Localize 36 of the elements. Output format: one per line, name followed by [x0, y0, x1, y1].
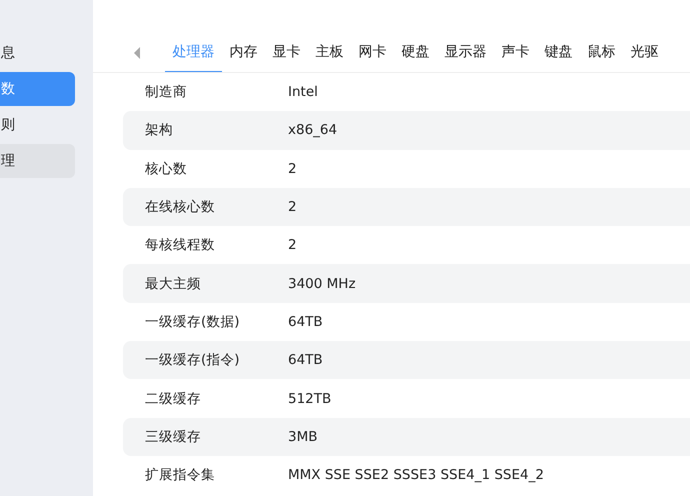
tab[interactable]: 光驱	[623, 33, 666, 72]
property-name: 三级缓存	[144, 428, 202, 446]
sidebar-item[interactable]: 则	[0, 108, 75, 142]
tab[interactable]: 硬盘	[394, 33, 437, 72]
property-name: 一级缓存(指令)	[144, 351, 241, 370]
property-name: 在线核心数	[144, 198, 216, 216]
property-name: 二级缓存	[144, 390, 202, 408]
property-name: 每核线程数	[144, 236, 216, 254]
property-value: 3400 MHz	[288, 276, 356, 292]
property-value: 2	[288, 199, 297, 216]
sidebar-item[interactable]: 息	[0, 36, 75, 70]
property-value: x86_64	[288, 122, 338, 138]
property-value: 64TB	[288, 314, 323, 330]
property-name: 制造商	[144, 83, 188, 102]
property-name: 核心数	[144, 160, 188, 178]
tab[interactable]: 显卡	[265, 33, 308, 72]
scroll-left-icon[interactable]	[133, 46, 141, 58]
property-value: MMX SSE SSE2 SSSE3 SSE4_1 SSE4_2	[288, 467, 544, 484]
tab[interactable]: 显示器	[437, 33, 494, 72]
property-value: 64TB	[288, 352, 323, 368]
property-value: 2	[288, 160, 297, 177]
property-value: Intel	[288, 84, 318, 100]
sidebar-item[interactable]: 理	[0, 144, 75, 178]
property-name: 最大主频	[144, 274, 202, 293]
property-value: 3MB	[288, 428, 318, 445]
tab[interactable]: 内存	[222, 33, 265, 72]
property-value: 512TB	[288, 390, 332, 407]
property-name: 扩展指令集	[144, 466, 216, 484]
property-name: 一级缓存(数据)	[144, 312, 241, 331]
property-name: 架构	[144, 121, 174, 140]
tab[interactable]: 网卡	[351, 33, 394, 72]
tab[interactable]: 鼠标	[580, 33, 623, 72]
tab[interactable]: 主板	[308, 33, 351, 72]
property-value: 2	[288, 237, 297, 254]
tab[interactable]: 声卡	[494, 33, 537, 72]
tab[interactable]: 键盘	[537, 33, 580, 72]
